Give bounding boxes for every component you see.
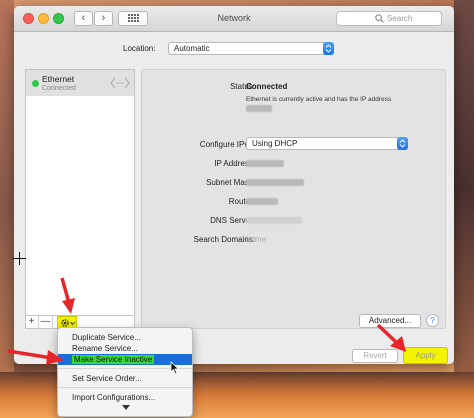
menu-item-duplicate-service[interactable]: Duplicate Service... bbox=[58, 332, 192, 343]
annotation-arrow-apply-icon bbox=[376, 323, 406, 352]
status-dot-icon bbox=[32, 80, 39, 87]
redacted-ip bbox=[246, 104, 272, 112]
dns-server-value bbox=[246, 216, 302, 225]
configure-ipv4-popup[interactable]: Using DHCP bbox=[246, 137, 408, 150]
status-value: Connected bbox=[246, 82, 288, 91]
location-popup[interactable]: Automatic bbox=[168, 42, 334, 55]
remove-service-button[interactable]: — bbox=[39, 316, 53, 329]
redacted-value bbox=[246, 198, 278, 206]
popup-chevron bbox=[397, 137, 408, 150]
ip-address-label: IP Address: bbox=[214, 159, 255, 168]
search-domains-value: home bbox=[246, 235, 267, 244]
redacted-value bbox=[246, 217, 302, 225]
router-label: Router: bbox=[228, 197, 255, 206]
search-icon bbox=[375, 14, 384, 23]
status-label: Status: bbox=[230, 82, 255, 91]
service-name: Ethernet bbox=[42, 74, 75, 84]
network-window: ‹ › Network Location: Automatic bbox=[14, 6, 454, 364]
mouse-pointer-icon bbox=[170, 361, 180, 375]
search-input[interactable] bbox=[387, 12, 441, 25]
router-value bbox=[246, 197, 278, 206]
ip-address-value bbox=[246, 159, 284, 168]
location-label: Location: bbox=[123, 44, 156, 53]
service-list: Ethernet Connected bbox=[25, 69, 135, 329]
search-domains-label: Search Domains: bbox=[193, 235, 255, 244]
search-field[interactable] bbox=[336, 11, 442, 26]
redacted-value bbox=[246, 179, 304, 187]
crosshair-cursor-icon bbox=[13, 252, 26, 265]
location-value: Automatic bbox=[174, 44, 210, 53]
menu-item-import-configurations[interactable]: Import Configurations... bbox=[58, 392, 192, 403]
service-status: Connected bbox=[42, 85, 76, 92]
configure-ipv4-value: Using DHCP bbox=[252, 139, 298, 148]
popup-chevron bbox=[323, 42, 334, 55]
scroll-down-icon bbox=[122, 405, 130, 410]
configure-ipv4-label: Configure IPv4: bbox=[199, 140, 255, 149]
dns-server-label: DNS Server: bbox=[210, 216, 255, 225]
chevron-updown-icon bbox=[399, 139, 406, 148]
menu-item-label: Make Service Inactive bbox=[72, 355, 155, 364]
add-service-button[interactable]: + bbox=[25, 316, 39, 329]
help-button[interactable]: ? bbox=[426, 314, 439, 327]
chevron-updown-icon bbox=[325, 44, 332, 53]
redacted-value bbox=[246, 160, 284, 168]
subnet-mask-value bbox=[246, 178, 304, 187]
status-description: Ethernet is currently active and has the… bbox=[246, 95, 396, 113]
desktop-background-right bbox=[454, 0, 474, 418]
menu-separator bbox=[58, 387, 192, 388]
title-bar: ‹ › Network bbox=[14, 6, 454, 32]
subnet-mask-label: Subnet Mask: bbox=[206, 178, 255, 187]
annotation-arrow-gear-icon bbox=[60, 277, 75, 314]
service-item-ethernet[interactable]: Ethernet Connected bbox=[26, 70, 134, 96]
annotation-arrow-menu-icon bbox=[7, 349, 64, 365]
menu-item-rename-service[interactable]: Rename Service... bbox=[58, 343, 192, 354]
ethernet-icon bbox=[110, 77, 130, 89]
